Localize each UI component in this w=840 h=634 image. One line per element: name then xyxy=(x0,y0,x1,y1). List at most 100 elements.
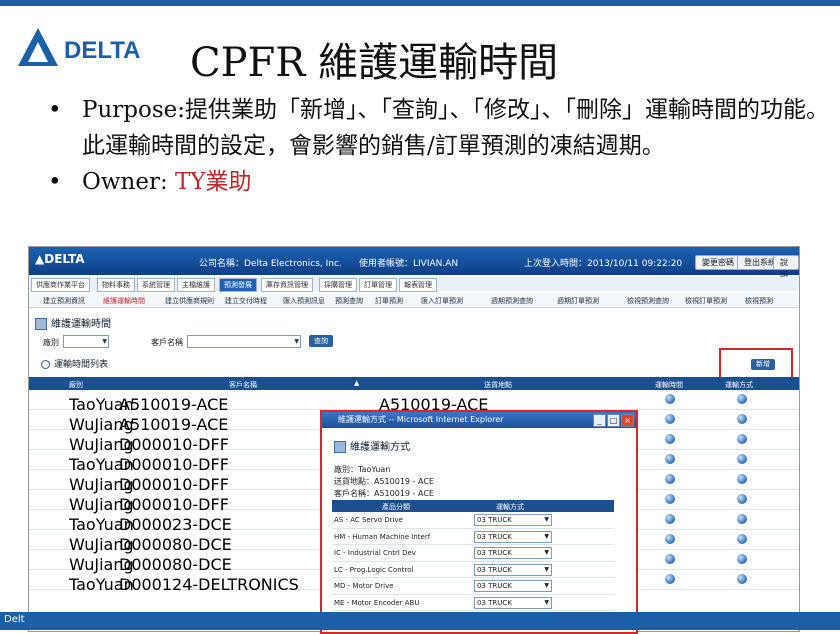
col-transport-mode: 運輸方式 xyxy=(725,381,753,389)
minimize-icon[interactable]: _ xyxy=(593,414,606,427)
subnav-item[interactable]: 建立供應商規則 xyxy=(165,296,214,306)
transport-mode-edit-icon[interactable] xyxy=(737,474,747,484)
transport-mode-select[interactable]: 03 TRUCK ▼ xyxy=(474,563,552,576)
subnav-item[interactable]: 檢視預測查詢 xyxy=(627,296,669,306)
subnav-item[interactable]: 預測查詢 xyxy=(335,296,363,306)
transport-time-edit-icon[interactable] xyxy=(665,534,675,544)
transport-mode-edit-icon[interactable] xyxy=(737,574,747,584)
table-row[interactable]: TaoYuan A510019-ACE A510019-ACE xyxy=(29,390,799,414)
subnav-item[interactable]: 週期訂單預測 xyxy=(557,296,599,306)
tab-inventory[interactable]: 庫存資訊管理 xyxy=(261,278,313,292)
region-select[interactable]: ▼ xyxy=(63,335,109,348)
col-product-category: 產品分類 xyxy=(382,503,410,511)
transport-mode-select[interactable]: 03 TRUCK ▼ xyxy=(474,580,552,592)
sub-navigation: 建立預測資訊 維護運輸時間 建立供應商規則 建立交付時程 匯入預測訊息 預測查詢… xyxy=(29,293,799,308)
transport-time-edit-icon[interactable] xyxy=(665,454,675,464)
chevron-down-icon: ▼ xyxy=(544,582,549,589)
owner-name: TY業助 xyxy=(175,169,252,195)
transport-mode-value: 03 TRUCK xyxy=(477,598,512,607)
list-heading: 運輸時間列表 xyxy=(41,357,108,370)
slide-bullets: • Purpose:提供業助「新增」、「查詢」、「修改」、「刪除」運輸時間的功能… xyxy=(40,92,830,200)
user-label: 使用者帳號：LIVIAN.AN xyxy=(359,259,459,269)
bullet-dot: • xyxy=(48,97,62,123)
transport-mode-edit-icon[interactable] xyxy=(737,554,747,564)
transport-mode-edit-icon[interactable] xyxy=(737,414,747,424)
subnav-item[interactable]: 建立預測資訊 xyxy=(43,296,85,306)
add-button-highlight: 新增 xyxy=(719,348,793,380)
transport-mode-edit-icon[interactable] xyxy=(737,514,747,524)
col-customer: 客戶名稱 xyxy=(229,381,257,389)
subnav-item[interactable]: 匯入預測訊息 xyxy=(283,296,325,306)
transport-mode-edit-icon[interactable] xyxy=(737,394,747,404)
purpose-text: Purpose:提供業助「新增」、「查詢」、「修改」、「刪除」運輸時間的功能。此… xyxy=(82,97,830,159)
region-label: 廠別 xyxy=(43,338,59,347)
transport-time-edit-icon[interactable] xyxy=(665,434,675,444)
transport-mode-select[interactable]: 03 TRUCK ▼ xyxy=(474,530,552,543)
subnav-item[interactable]: 檢視訂單預測 xyxy=(685,296,727,306)
popup-ship-to: 送貨地點：A510019 - ACE xyxy=(334,477,434,486)
query-button[interactable]: 查詢 xyxy=(309,335,333,347)
tab-system[interactable]: 系統管理 xyxy=(137,278,175,292)
page-heading-icon xyxy=(35,318,47,330)
product-category: MD - Motor Drive xyxy=(334,582,394,590)
transport-mode-edit-icon[interactable] xyxy=(737,494,747,504)
tab-material[interactable]: 物料事務 xyxy=(97,278,135,292)
popup-info: 廠別：TaoYuan 送貨地點：A510019 - ACE 客戶名稱：A5100… xyxy=(334,464,434,500)
sort-icon[interactable]: ▲ xyxy=(354,379,359,387)
popup-heading-text: 維護運輸方式 xyxy=(350,442,410,453)
popup-window-title: 維護運輸方式 -- Microsoft Internet Explorer xyxy=(338,415,504,424)
tab-forecast[interactable]: 預測發展 xyxy=(219,278,257,292)
transport-mode-value: 03 TRUCK xyxy=(477,565,512,574)
transport-mode-edit-icon[interactable] xyxy=(737,454,747,464)
slide-top-rule xyxy=(0,0,840,6)
maximize-icon[interactable]: □ xyxy=(607,414,620,427)
main-tabs: 供應商作業平台 物料事務 系統管理 主檔維護 預測發展 庫存資訊管理 採購管理 … xyxy=(29,277,799,292)
transport-mode-select[interactable]: 03 TRUCK ▼ xyxy=(474,596,552,609)
chevron-down-icon: ▼ xyxy=(544,549,549,556)
subnav-item[interactable]: 週期預測查詢 xyxy=(491,296,533,306)
bullet-dot: • xyxy=(48,169,62,195)
transport-time-edit-icon[interactable] xyxy=(665,574,675,584)
transport-mode-select[interactable]: 03 TRUCK ▼ xyxy=(474,547,552,559)
change-password-button[interactable]: 變更密碼 xyxy=(695,255,741,270)
popup-body: 維護運輸方式 廠別：TaoYuan 送貨地點：A510019 - ACE 客戶名… xyxy=(322,428,632,628)
subnav-item[interactable]: 訂單預測 xyxy=(375,296,403,306)
cell-customer: D000124-DELTRONICS xyxy=(119,575,299,594)
popup-titlebar: 維護運輸方式 -- Microsoft Internet Explorer _ … xyxy=(322,412,636,428)
transport-time-edit-icon[interactable] xyxy=(665,494,675,504)
help-button[interactable]: 說明 xyxy=(773,255,799,280)
product-category: LC - Prog.Logic Control xyxy=(334,565,414,574)
add-button[interactable]: 新增 xyxy=(751,359,775,370)
subnav-item[interactable]: 建立交付時程 xyxy=(225,296,267,306)
tab-orders[interactable]: 訂單管理 xyxy=(359,278,397,292)
transport-time-edit-icon[interactable] xyxy=(665,554,675,564)
transport-mode-edit-icon[interactable] xyxy=(737,434,747,444)
tab-purchasing[interactable]: 採購管理 xyxy=(319,278,357,292)
subnav-item-active[interactable]: 維護運輸時間 xyxy=(103,296,145,306)
popup-table-row: HM - Human Machine Interf 03 TRUCK ▼ xyxy=(332,529,614,545)
transport-mode-select[interactable]: 03 TRUCK ▼ xyxy=(474,514,552,526)
footer-text: Delt xyxy=(4,614,25,625)
close-icon[interactable]: × xyxy=(621,414,634,427)
tab-supplier-platform[interactable]: 供應商作業平台 xyxy=(31,278,90,292)
tab-reports[interactable]: 報表管理 xyxy=(399,278,437,292)
transport-mode-value: 03 TRUCK xyxy=(477,516,512,524)
chevron-down-icon: ▼ xyxy=(102,338,107,345)
subnav-item[interactable]: 檢視預測 xyxy=(745,296,773,306)
app-delta-logo: ▲DELTA xyxy=(35,252,85,266)
tab-master[interactable]: 主檔維護 xyxy=(177,278,215,292)
customer-select[interactable]: ▼ xyxy=(187,335,301,348)
chevron-down-icon: ▼ xyxy=(544,565,549,573)
chevron-down-icon: ▼ xyxy=(544,516,549,523)
subnav-item[interactable]: 匯入訂單預測 xyxy=(421,296,463,306)
transport-time-edit-icon[interactable] xyxy=(665,414,675,424)
transport-time-edit-icon[interactable] xyxy=(665,394,675,404)
transport-mode-edit-icon[interactable] xyxy=(737,534,747,544)
bullet-purpose: • Purpose:提供業助「新增」、「查詢」、「修改」、「刪除」運輸時間的功能… xyxy=(40,92,830,164)
chevron-down-icon: ▼ xyxy=(544,598,549,606)
transport-time-edit-icon[interactable] xyxy=(665,474,675,484)
popup-table-row: MD - Motor Drive 03 TRUCK ▼ xyxy=(332,578,614,595)
transport-time-edit-icon[interactable] xyxy=(665,514,675,524)
popup-table-row: LC - Prog.Logic Control 03 TRUCK ▼ xyxy=(332,562,614,578)
slide-title: CPFR 維護運輸時間 xyxy=(190,40,559,86)
